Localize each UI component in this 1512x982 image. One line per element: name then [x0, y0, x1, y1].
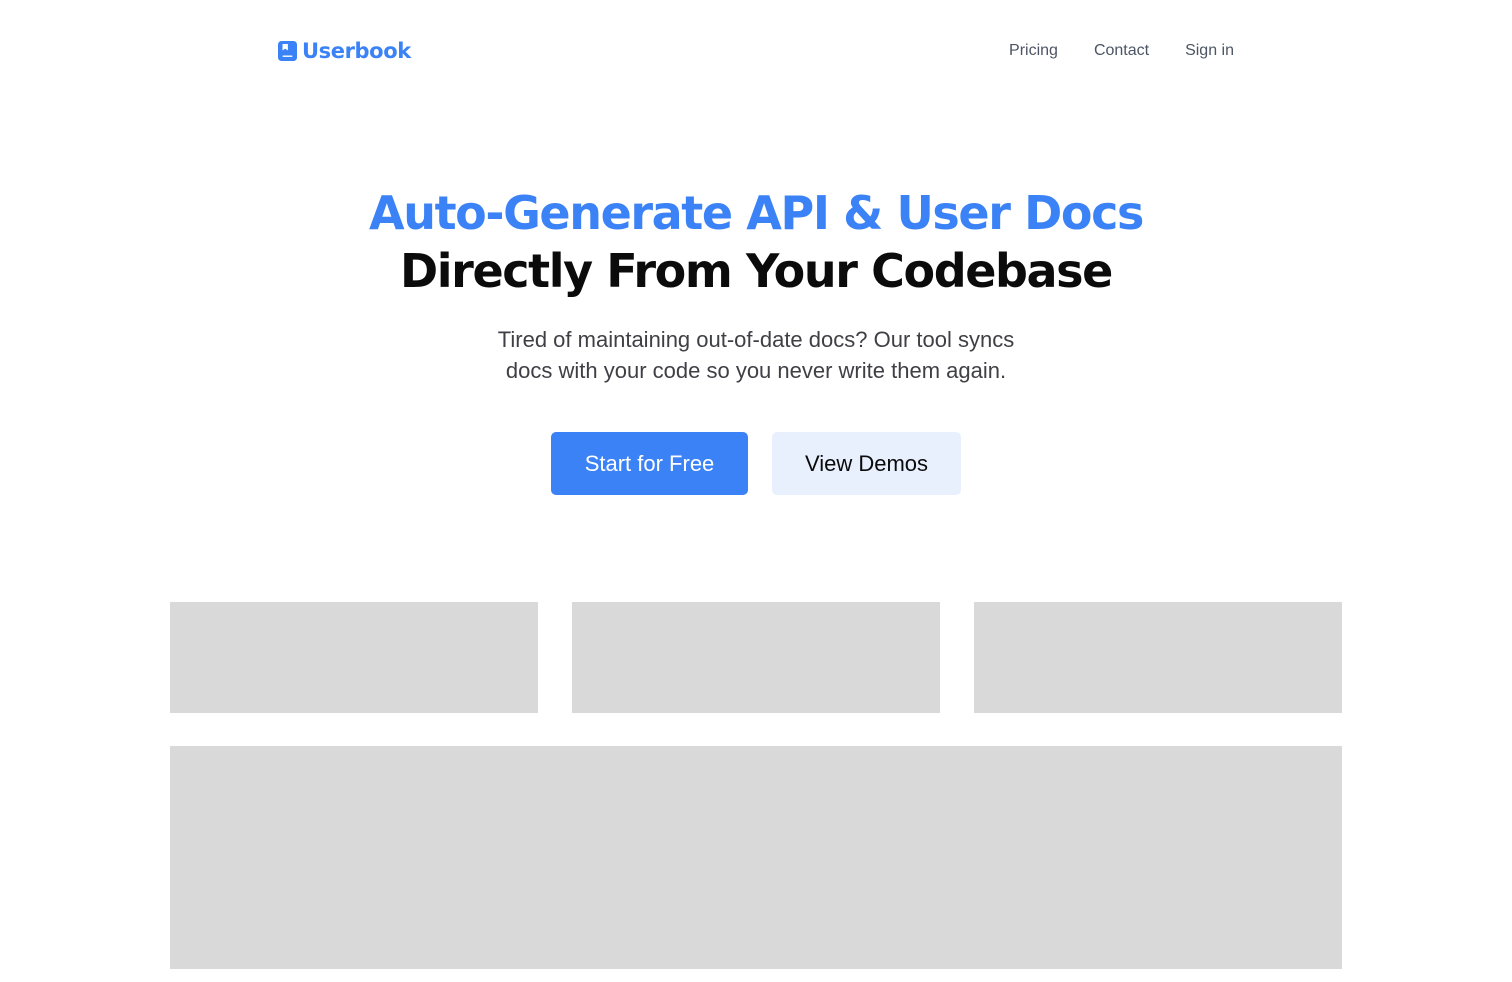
- headline-line-2: Directly From Your Codebase: [400, 244, 1113, 298]
- placeholder-card-1: [170, 602, 538, 713]
- brand-logo[interactable]: Userbook: [278, 39, 411, 63]
- nav-link-contact[interactable]: Contact: [1094, 42, 1149, 60]
- view-demos-button[interactable]: View Demos: [772, 432, 961, 495]
- placeholder-card-3: [974, 602, 1342, 713]
- hero-subtitle: Tired of maintaining out-of-date docs? O…: [456, 324, 1056, 386]
- nav-link-pricing[interactable]: Pricing: [1009, 42, 1058, 60]
- main-nav: Pricing Contact Sign in: [1009, 42, 1234, 60]
- landing-page: Userbook Pricing Contact Sign in Auto-Ge…: [0, 0, 1512, 982]
- headline-line-1: Auto-Generate API & User Docs: [369, 186, 1144, 240]
- hero-section: Auto-Generate API & User Docs Directly F…: [0, 184, 1512, 386]
- nav-link-sign-in[interactable]: Sign in: [1185, 42, 1234, 60]
- placeholder-banner: [170, 746, 1342, 969]
- subtitle-line-1: Tired of maintaining out-of-date docs? O…: [497, 327, 1015, 352]
- site-header: Userbook Pricing Contact Sign in: [278, 36, 1234, 66]
- cta-group: Start for Free View Demos: [0, 432, 1512, 495]
- subtitle-line-2: docs with your code so you never write t…: [505, 358, 1007, 383]
- book-icon: [278, 41, 297, 61]
- placeholder-card-2: [572, 602, 940, 713]
- start-for-free-button[interactable]: Start for Free: [551, 432, 748, 495]
- hero-headline: Auto-Generate API & User Docs Directly F…: [0, 184, 1512, 300]
- brand-name: Userbook: [302, 39, 411, 63]
